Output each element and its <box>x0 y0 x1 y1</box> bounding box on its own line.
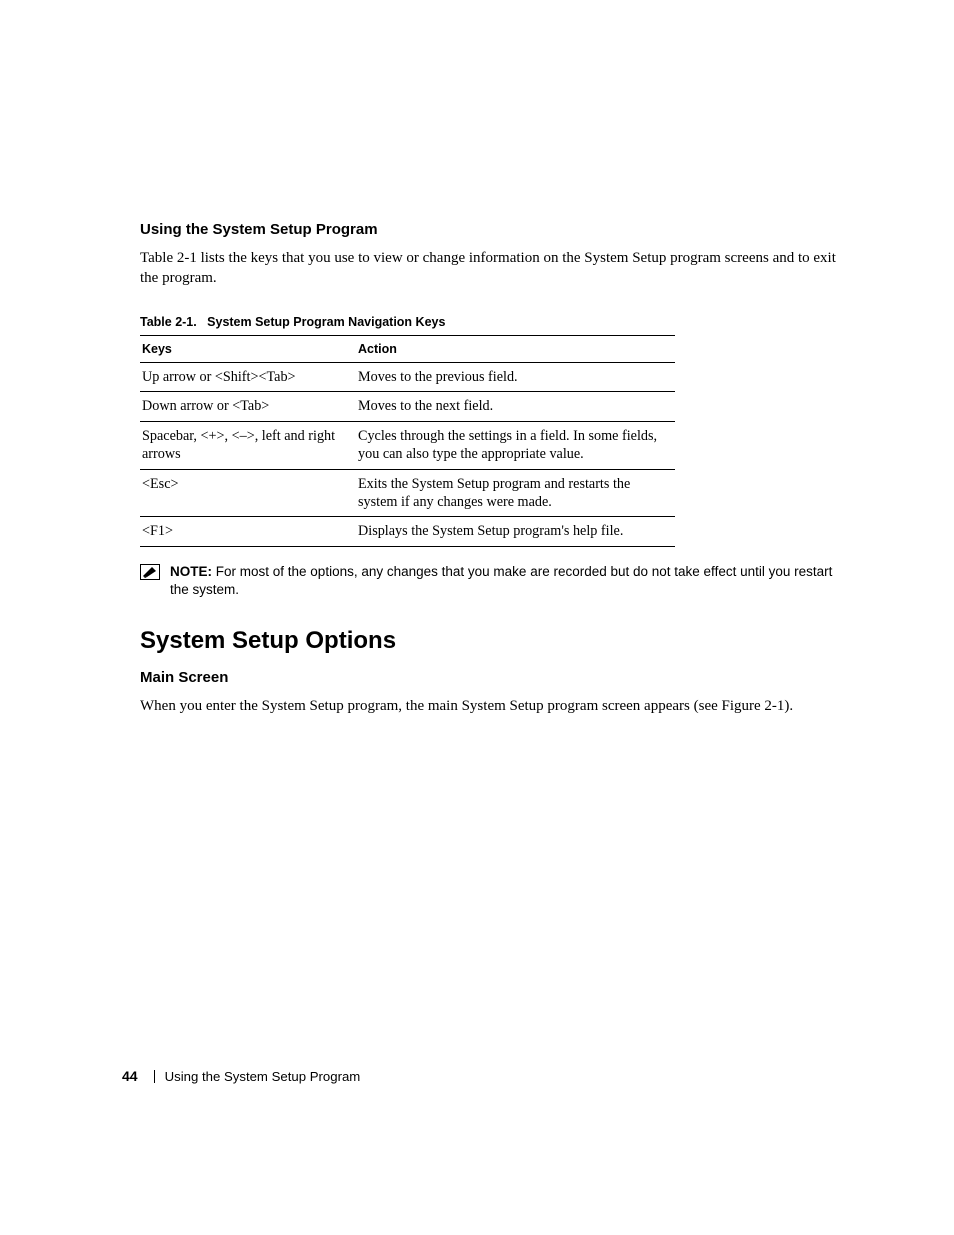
table-header-action: Action <box>356 335 675 362</box>
table-header-row: Keys Action <box>140 335 675 362</box>
cell-action: Cycles through the settings in a field. … <box>356 421 675 469</box>
cell-keys: Up arrow or <Shift><Tab> <box>140 362 356 391</box>
table-row: Down arrow or <Tab> Moves to the next fi… <box>140 392 675 421</box>
footer-chapter: Using the System Setup Program <box>165 1069 361 1084</box>
note-text-container: NOTE: For most of the options, any chang… <box>170 563 840 599</box>
cell-keys: <Esc> <box>140 469 356 517</box>
section-heading: System Setup Options <box>140 627 840 655</box>
table-row: <Esc> Exits the System Setup program and… <box>140 469 675 517</box>
page-number: 44 <box>122 1068 138 1084</box>
table-caption: Table 2-1. System Setup Program Navigati… <box>140 315 840 329</box>
footer-separator <box>154 1070 155 1083</box>
cell-keys: <F1> <box>140 517 356 546</box>
cell-action: Displays the System Setup program's help… <box>356 517 675 546</box>
cell-keys: Spacebar, <+>, <–>, left and right arrow… <box>140 421 356 469</box>
note-block: NOTE: For most of the options, any chang… <box>140 563 840 599</box>
page-content: Using the System Setup Program Table 2-1… <box>140 221 840 727</box>
note-icon <box>140 564 160 585</box>
table-caption-label: Table 2-1. <box>140 315 197 329</box>
subsection-heading: Main Screen <box>140 669 840 686</box>
page-footer: 44 Using the System Setup Program <box>122 1068 360 1084</box>
table-row: <F1> Displays the System Setup program's… <box>140 517 675 546</box>
body-paragraph: When you enter the System Setup program,… <box>140 696 840 716</box>
table-header-keys: Keys <box>140 335 356 362</box>
table-caption-title: System Setup Program Navigation Keys <box>207 315 445 329</box>
navigation-keys-table: Keys Action Up arrow or <Shift><Tab> Mov… <box>140 335 675 547</box>
cell-action: Moves to the next field. <box>356 392 675 421</box>
intro-paragraph: Table 2-1 lists the keys that you use to… <box>140 248 840 289</box>
table-row: Spacebar, <+>, <–>, left and right arrow… <box>140 421 675 469</box>
subsection-heading: Using the System Setup Program <box>140 221 840 238</box>
cell-action: Exits the System Setup program and resta… <box>356 469 675 517</box>
note-text: For most of the options, any changes tha… <box>170 564 832 597</box>
cell-keys: Down arrow or <Tab> <box>140 392 356 421</box>
note-label: NOTE: <box>170 564 212 579</box>
cell-action: Moves to the previous field. <box>356 362 675 391</box>
table-row: Up arrow or <Shift><Tab> Moves to the pr… <box>140 362 675 391</box>
